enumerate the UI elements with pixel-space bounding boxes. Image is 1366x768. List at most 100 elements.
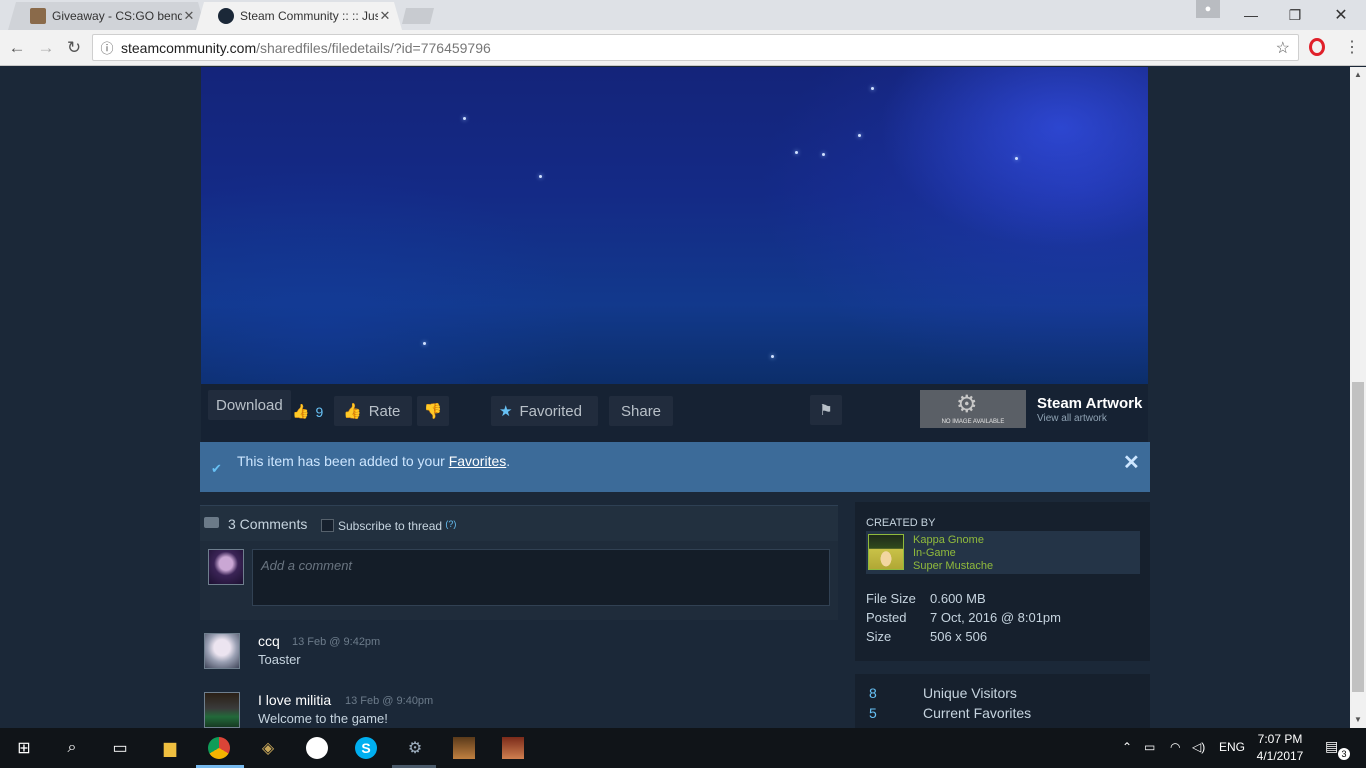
system-clock[interactable]: 7:07 PM 4/1/2017	[1252, 731, 1308, 765]
star-dot	[539, 175, 542, 178]
star-dot	[463, 117, 466, 120]
tab-title: Giveaway - CS:GO bend	[52, 9, 182, 23]
scrollbar-thumb[interactable]	[1352, 382, 1364, 692]
forward-arrow-icon[interactable]: →	[35, 37, 57, 59]
creator-card[interactable]: Kappa Gnome In-Game Super Mustache	[866, 531, 1140, 574]
address-bar[interactable]: ⓘ steamcommunity.com/sharedfiles/filedet…	[92, 34, 1299, 61]
action-bar: Download 👍 9 👍 Rate 👎 ★ Favorited Share …	[201, 384, 1148, 442]
avatar[interactable]	[204, 633, 240, 669]
close-icon[interactable]: ✕	[182, 8, 196, 24]
giveaway-favicon-icon	[30, 8, 46, 24]
download-button[interactable]: Download	[208, 390, 291, 420]
help-link[interactable]: (?)	[445, 519, 456, 529]
clock-date: 4/1/2017	[1256, 749, 1304, 763]
new-tab-button[interactable]	[402, 8, 434, 24]
report-button[interactable]: ⚑	[810, 395, 842, 425]
windows-start-icon[interactable]: ⊞	[12, 736, 36, 760]
restore-icon[interactable]: ❐	[1272, 0, 1318, 30]
notice-suffix: .	[506, 453, 511, 469]
comment-count: 3 Comments	[228, 516, 308, 532]
clock-time: 7:07 PM	[1257, 732, 1303, 746]
vertical-scrollbar[interactable]: ▲ ▼	[1350, 67, 1366, 728]
tab-giveaway[interactable]: Giveaway - CS:GO bend ✕	[8, 2, 206, 30]
creator-name[interactable]: Kappa Gnome	[913, 534, 984, 546]
league-of-legends-icon[interactable]: ◈	[256, 736, 280, 760]
artwork-image[interactable]	[201, 67, 1148, 384]
notifications-icon[interactable]: ▤	[1325, 738, 1338, 755]
notice-prefix: This item has been added to your	[237, 453, 449, 469]
app-title[interactable]: Steam Artwork	[1037, 395, 1142, 412]
comment-input[interactable]: Add a comment	[252, 549, 830, 606]
steam-logo-icon: ⚙	[956, 391, 978, 418]
creator-status: In-Game	[913, 547, 956, 559]
stat-label: File Size	[866, 591, 916, 606]
info-icon[interactable]: ⓘ	[93, 38, 121, 57]
minimize-icon[interactable]: —	[1228, 0, 1274, 30]
volume-icon[interactable]: ◁)	[1192, 740, 1205, 754]
share-button[interactable]: Share	[609, 396, 674, 426]
favorited-label: Favorited	[519, 402, 582, 420]
reload-icon[interactable]: ↻	[63, 37, 85, 59]
app-logo-text: NO IMAGE AVAILABLE	[941, 419, 1005, 425]
comment-time: 13 Feb @ 9:42pm	[292, 636, 381, 648]
google-app-icon[interactable]	[305, 736, 329, 760]
avatar[interactable]	[208, 549, 244, 585]
star-dot	[1015, 157, 1018, 160]
task-view-icon[interactable]: ▭	[108, 736, 132, 760]
star-dot	[423, 342, 426, 345]
search-icon[interactable]: ⌕	[60, 736, 84, 760]
language-indicator[interactable]: ENG	[1219, 740, 1245, 754]
avatar[interactable]	[868, 534, 904, 570]
comments-section: 3 Comments Subscribe to thread (?) Add a…	[200, 505, 838, 620]
back-arrow-icon[interactable]: ←	[6, 37, 28, 59]
user-profile-icon[interactable]: ●	[1196, 0, 1220, 18]
browser-menu-icon[interactable]: ⋮	[1344, 37, 1360, 57]
close-icon[interactable]: ✕	[378, 8, 392, 24]
comment-author[interactable]: I love militia	[258, 692, 331, 708]
subscribe-text: Subscribe to thread	[338, 519, 443, 533]
app-logo[interactable]: ⚙ NO IMAGE AVAILABLE	[920, 390, 1026, 428]
chrome-icon[interactable]	[207, 736, 231, 760]
skype-icon[interactable]: S	[354, 736, 378, 760]
rate-up-button[interactable]: 👍 Rate	[334, 396, 413, 426]
page-content: Download 👍 9 👍 Rate 👎 ★ Favorited Share …	[0, 67, 1350, 728]
star-dot	[871, 87, 874, 90]
star-dot	[795, 151, 798, 154]
favorites-link[interactable]: Favorites	[449, 453, 507, 469]
window-close-icon[interactable]: ✕	[1318, 0, 1364, 30]
steam-icon[interactable]: ⚙	[403, 736, 427, 760]
opera-extension-icon[interactable]	[1309, 38, 1325, 56]
bookmark-star-icon[interactable]: ☆	[1276, 38, 1290, 58]
subscribe-checkbox[interactable]	[321, 519, 334, 532]
comment-author[interactable]: ccq	[258, 633, 280, 649]
stat-row: Size 506 x 506	[866, 629, 1061, 648]
favorited-button[interactable]: ★ Favorited	[491, 396, 598, 426]
rate-down-button[interactable]: 👎	[417, 396, 449, 426]
file-explorer-icon[interactable]: ▆	[158, 736, 182, 760]
share-label: Share	[621, 402, 662, 420]
scroll-up-icon[interactable]: ▲	[1350, 70, 1366, 79]
url-host: steamcommunity.com	[121, 39, 257, 56]
game-app-icon[interactable]	[501, 736, 525, 760]
stat-value: 5	[869, 705, 877, 721]
dismiss-icon[interactable]: ✕	[1123, 450, 1140, 475]
details-panel: CREATED BY Kappa Gnome In-Game Super Mus…	[855, 502, 1150, 661]
scroll-down-icon[interactable]: ▼	[1350, 715, 1366, 724]
windows-taskbar: ⊞ ⌕ ▭ ▆ ◈ S ⚙ ⌃ ▭ ◠ ◁) ENG 7:07 PM 4/1/20…	[0, 728, 1366, 768]
wifi-icon[interactable]: ◠	[1170, 740, 1180, 754]
tab-steam-community[interactable]: Steam Community :: :: Jus ✕	[196, 2, 402, 30]
show-hidden-icons[interactable]: ⌃	[1122, 740, 1132, 754]
comments-header: 3 Comments Subscribe to thread (?)	[200, 505, 838, 541]
game-app-icon[interactable]	[452, 736, 476, 760]
battery-icon[interactable]: ▭	[1144, 740, 1155, 754]
notice-message: This item has been added to your Favorit…	[237, 453, 510, 469]
avatar[interactable]	[204, 692, 240, 728]
like-count: 👍 9	[292, 403, 323, 420]
star-dot	[858, 134, 861, 137]
view-all-link[interactable]: View all artwork	[1037, 413, 1107, 424]
steam-favicon-icon	[218, 8, 234, 24]
comment-item: I love militia 13 Feb @ 9:40pm Welcome t…	[204, 692, 834, 728]
comment-item: ccq 13 Feb @ 9:42pm Toaster	[204, 633, 834, 679]
subscribe-label[interactable]: Subscribe to thread (?)	[338, 519, 456, 533]
stat-row: Posted 7 Oct, 2016 @ 8:01pm	[866, 610, 1061, 629]
